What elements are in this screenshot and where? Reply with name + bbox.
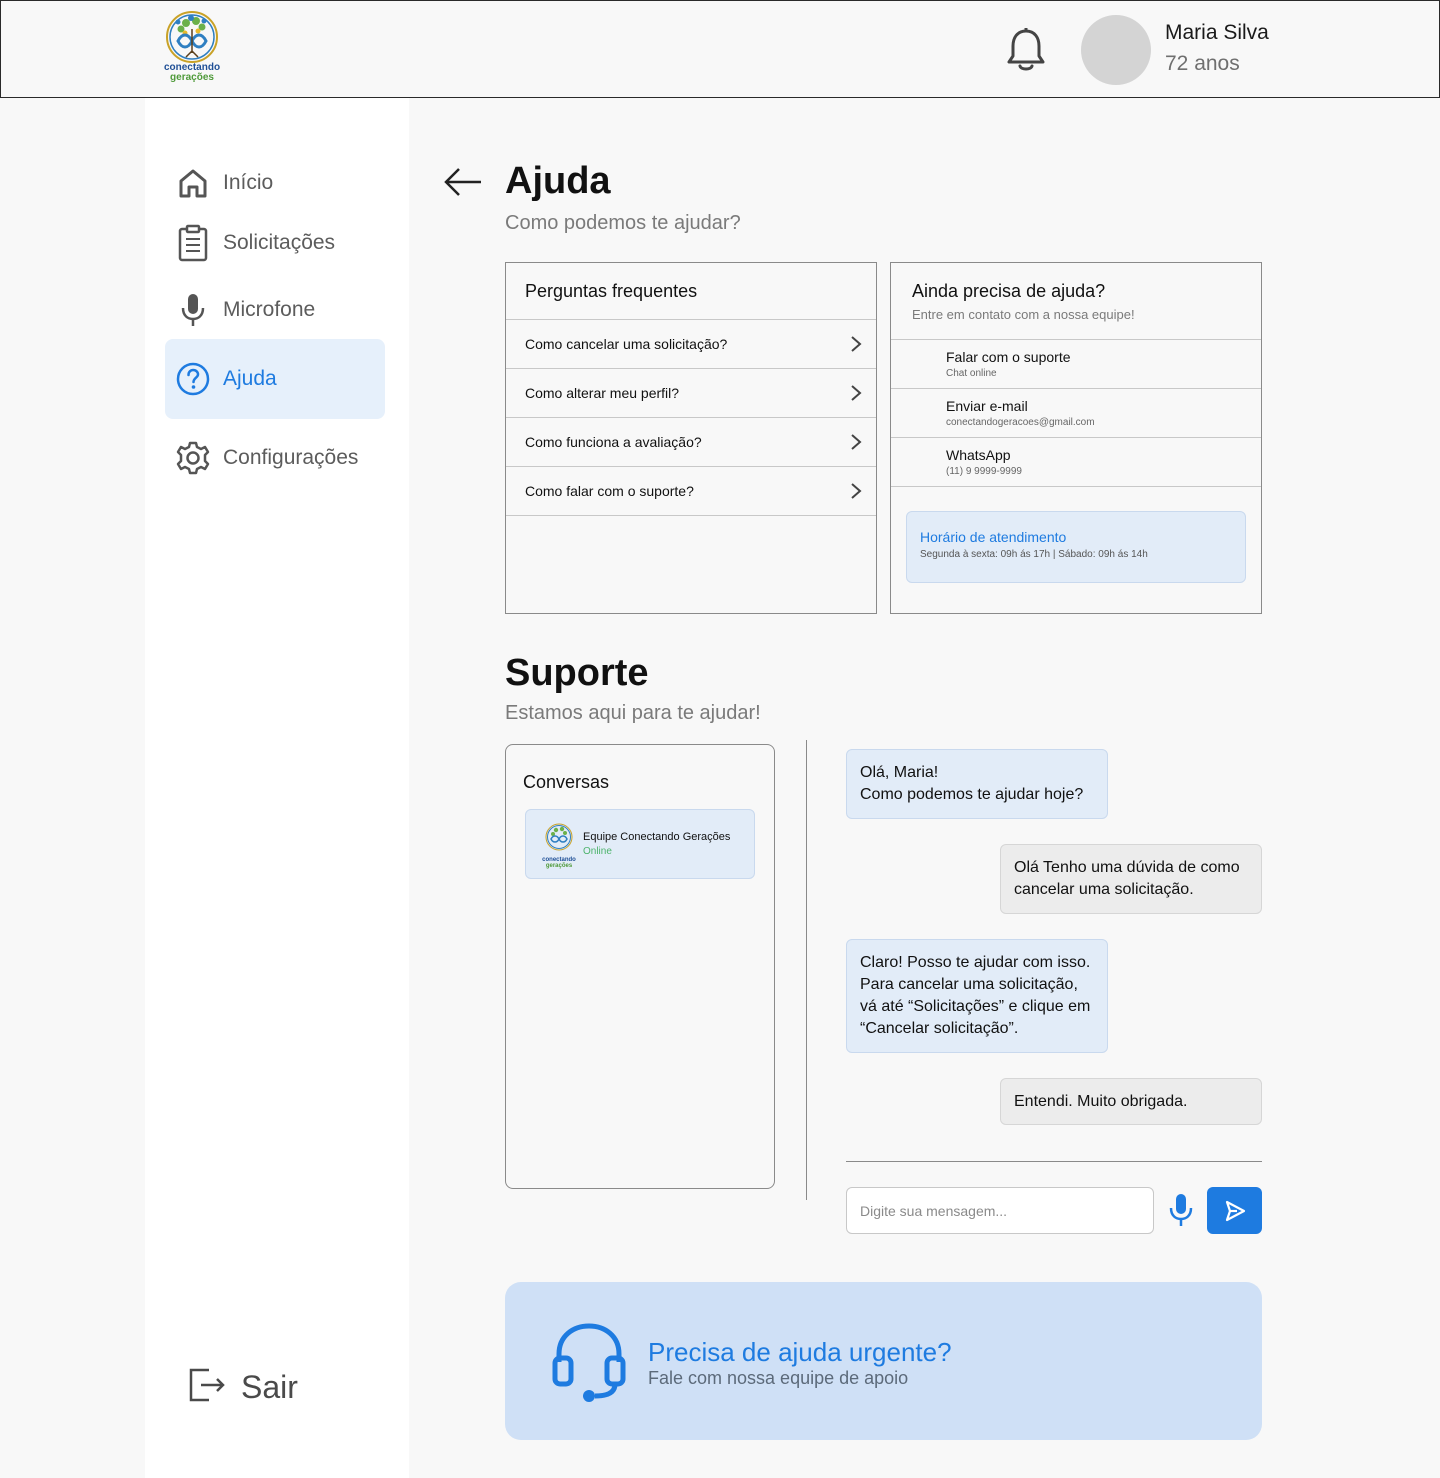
urgent-help-banner[interactable]: Precisa de ajuda urgente? Fale com nossa… (505, 1282, 1262, 1440)
logo-tree-icon (545, 823, 573, 851)
contact-subtitle: Entre em contato com a nossa equipe! (912, 307, 1135, 322)
hours-title: Horário de atendimento (920, 529, 1067, 545)
contact-item-detail: (11) 9 9999-9999 (946, 466, 1022, 477)
home-icon (175, 165, 211, 201)
chevron-right-icon (851, 336, 862, 352)
back-arrow-icon[interactable] (443, 165, 483, 199)
faq-question: Como cancelar uma solicitação? (525, 336, 728, 352)
sidebar-item-microfone[interactable]: Microfone (165, 270, 385, 350)
contact-item-title: Falar com o suporte (946, 349, 1071, 365)
message-input[interactable] (846, 1187, 1154, 1234)
sidebar-item-configuracoes[interactable]: Configurações (165, 418, 385, 498)
sidebar-item-label: Início (223, 171, 274, 194)
logout-label: Sair (241, 1369, 298, 1405)
conversation-logo: conectando gerações (540, 822, 578, 869)
chat-input-separator (846, 1161, 1262, 1162)
sidebar-item-label: Ajuda (223, 367, 277, 390)
clipboard-icon (175, 224, 211, 262)
conversations-panel: Conversas conectando gerações Equipe Con… (505, 744, 775, 1189)
logo-text: conectando gerações (156, 63, 228, 83)
user-age: 72 anos (1165, 52, 1240, 75)
sidebar-item-ajuda[interactable]: Ajuda (165, 339, 385, 419)
support-title: Suporte (505, 652, 649, 694)
chat-message-outgoing: Entendi. Muito obrigada. (1000, 1078, 1262, 1125)
contact-item-title: Enviar e-mail (946, 398, 1028, 414)
faq-item[interactable]: Como alterar meu perfil? (506, 369, 876, 418)
faq-item[interactable]: Como falar com o suporte? (506, 467, 876, 516)
logo-tree-icon (166, 11, 218, 63)
page-title: Ajuda (505, 160, 611, 202)
headset-icon (551, 1322, 627, 1402)
contact-header: Ainda precisa de ajuda? Entre em contato… (891, 263, 1261, 340)
top-bar: conectando gerações Maria Silva 72 anos (0, 0, 1440, 98)
contact-chat-support[interactable]: Falar com o suporte Chat online (891, 340, 1261, 389)
contact-email[interactable]: Enviar e-mail conectandogeracoes@gmail.c… (891, 389, 1261, 438)
contact-card: Ainda precisa de ajuda? Entre em contato… (890, 262, 1262, 614)
faq-item[interactable]: Como cancelar uma solicitação? (506, 320, 876, 369)
sidebar: Início Solicitações Microfone Ajuda Conf… (145, 98, 409, 1478)
avatar[interactable] (1081, 15, 1151, 85)
help-circle-icon (175, 361, 211, 397)
chevron-right-icon (851, 483, 862, 499)
support-subtitle: Estamos aqui para te ajudar! (505, 702, 761, 724)
faq-title: Perguntas frequentes (506, 263, 876, 320)
send-icon (1225, 1200, 1245, 1221)
faq-card: Perguntas frequentes Como cancelar uma s… (505, 262, 877, 614)
microphone-icon (175, 292, 211, 328)
logout-button[interactable]: Sair (187, 1366, 298, 1409)
contact-title: Ainda precisa de ajuda? (912, 281, 1106, 301)
chevron-right-icon (851, 385, 862, 401)
conversation-status: Online (583, 846, 612, 857)
sidebar-item-label: Microfone (223, 298, 316, 321)
logo-line2: gerações (170, 72, 214, 83)
contact-item-title: WhatsApp (946, 447, 1011, 463)
conversation-logo-line2: gerações (545, 863, 573, 869)
notification-bell-icon[interactable] (1005, 27, 1047, 73)
sidebar-item-label: Configurações (223, 446, 359, 469)
faq-question: Como alterar meu perfil? (525, 385, 680, 401)
faq-question: Como funciona a avaliação? (525, 434, 702, 450)
conversations-title: Conversas (523, 772, 610, 792)
sidebar-item-label: Solicitações (223, 231, 336, 254)
faq-item[interactable]: Como funciona a avaliação? (506, 418, 876, 467)
page-subtitle: Como podemos te ajudar? (505, 212, 741, 234)
urgent-title: Precisa de ajuda urgente? (648, 1337, 952, 1367)
chat-divider (806, 740, 807, 1200)
contact-whatsapp[interactable]: WhatsApp (11) 9 9999-9999 (891, 438, 1261, 487)
contact-item-detail: Chat online (946, 368, 997, 379)
urgent-subtitle: Fale com nossa equipe de apoio (648, 1368, 909, 1388)
conversation-name: Equipe Conectando Gerações (583, 831, 731, 843)
microphone-icon[interactable] (1166, 1190, 1196, 1230)
logout-icon (187, 1366, 227, 1409)
chevron-right-icon (851, 434, 862, 450)
faq-question: Como falar com o suporte? (525, 483, 694, 499)
chat-message-outgoing: Olá Tenho uma dúvida de como cancelar um… (1000, 844, 1262, 914)
service-hours-box: Horário de atendimento Segunda à sexta: … (906, 511, 1246, 583)
hours-detail: Segunda à sexta: 09h ás 17h | Sábado: 09… (920, 549, 1148, 560)
chat-message-incoming: Claro! Posso te ajudar com isso. Para ca… (846, 939, 1108, 1053)
gear-icon (175, 440, 211, 476)
app-logo[interactable]: conectando gerações (156, 7, 228, 87)
contact-item-detail: conectandogeracoes@gmail.com (946, 417, 1095, 428)
send-button[interactable] (1207, 1187, 1262, 1234)
user-name: Maria Silva (1165, 21, 1269, 44)
conversation-item[interactable]: conectando gerações Equipe Conectando Ge… (525, 809, 755, 879)
chat-message-incoming: Olá, Maria! Como podemos te ajudar hoje? (846, 749, 1108, 819)
